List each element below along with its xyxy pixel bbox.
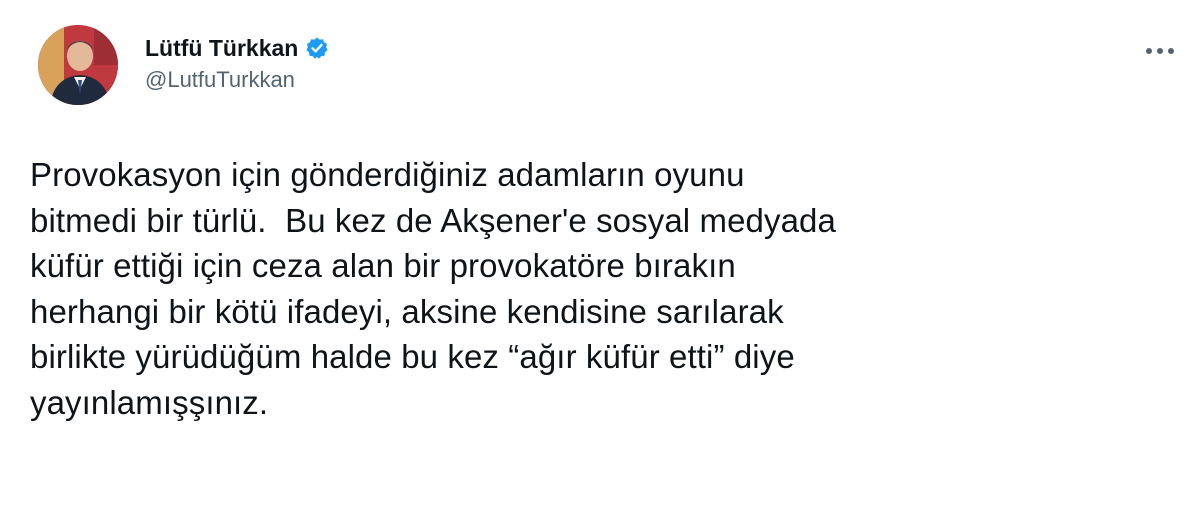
tweet-line: birlikte yürüdüğüm halde bu kez “ağır kü… bbox=[30, 338, 795, 375]
tweet-line: Provokasyon için gönderdiğiniz adamların… bbox=[30, 156, 745, 193]
display-name[interactable]: Lütfü Türkkan bbox=[145, 35, 298, 62]
tweet-line: yayınlamışşınız. bbox=[30, 383, 269, 421]
more-options-icon[interactable] bbox=[1138, 36, 1182, 66]
verified-badge-icon bbox=[305, 36, 329, 60]
tweet-card: Lütfü Türkkan @LutfuTurkkan Provokasyon … bbox=[0, 0, 1200, 511]
tweet-line: herhangi bir kötü ifadeyi, aksine kendis… bbox=[30, 292, 784, 330]
tweet-body: Provokasyon için gönderdiğiniz adamların… bbox=[30, 152, 1170, 425]
profile-photo bbox=[38, 25, 118, 105]
author-block: Lütfü Türkkan @LutfuTurkkan bbox=[145, 33, 329, 93]
handle[interactable]: @LutfuTurkkan bbox=[145, 67, 329, 93]
avatar[interactable] bbox=[38, 25, 118, 105]
name-row: Lütfü Türkkan bbox=[145, 33, 329, 63]
tweet-line: bitmedi bir türlü. Bu kez de Akşener'e s… bbox=[30, 201, 836, 239]
tweet-line: küfür ettiği için ceza alan bir provokat… bbox=[30, 247, 736, 284]
